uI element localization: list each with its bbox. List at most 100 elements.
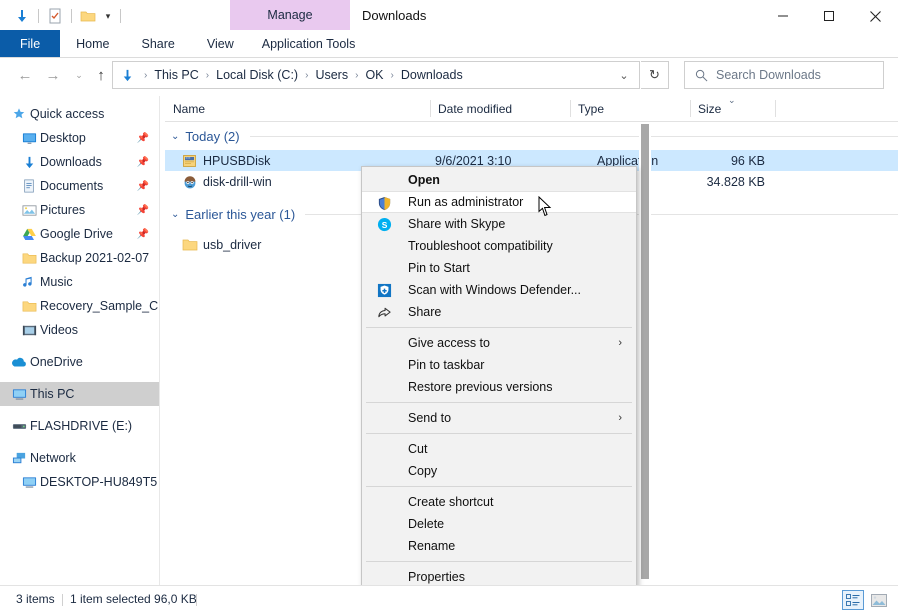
back-button[interactable]: ← xyxy=(14,65,36,85)
sidebar-item-flashdrive[interactable]: FLASHDRIVE (E:) xyxy=(0,414,159,438)
status-bar: 3 items 1 item selected 96,0 KB xyxy=(0,585,898,613)
chevron-down-icon[interactable]: ▾ xyxy=(100,4,116,28)
menu-separator xyxy=(366,561,632,562)
menu-item-cut[interactable]: Cut xyxy=(362,438,636,460)
tab-file[interactable]: File xyxy=(0,30,60,58)
address-bar[interactable]: › This PC › Local Disk (C:) › Users › OK… xyxy=(112,61,640,89)
search-placeholder: Search Downloads xyxy=(716,68,821,82)
tab-share[interactable]: Share xyxy=(126,30,191,58)
minimize-button[interactable] xyxy=(760,0,806,32)
sidebar-item-network[interactable]: Network xyxy=(0,446,159,470)
google-drive-icon xyxy=(18,227,40,242)
sidebar-item-onedrive[interactable]: OneDrive xyxy=(0,350,159,374)
defender-icon xyxy=(376,282,392,298)
desktop-icon xyxy=(18,131,40,146)
share-icon xyxy=(376,304,392,320)
tab-view-label: View xyxy=(207,37,234,51)
menu-item-create-shortcut[interactable]: Create shortcut xyxy=(362,491,636,513)
pin-icon[interactable]: 📌 xyxy=(137,229,149,240)
pin-icon[interactable]: 📌 xyxy=(137,133,149,144)
sidebar-item-videos[interactable]: Videos xyxy=(0,318,159,342)
sidebar-item-label: Music xyxy=(40,275,73,289)
menu-item-label: Copy xyxy=(408,464,437,478)
breadcrumb-local-disk[interactable]: Local Disk (C:) xyxy=(214,68,300,82)
pin-icon[interactable]: 📌 xyxy=(137,157,149,168)
breadcrumb-separator: › xyxy=(139,70,152,81)
tab-view[interactable]: View xyxy=(191,30,250,58)
menu-item-share-with-skype[interactable]: S Share with Skype xyxy=(362,213,636,235)
search-icon xyxy=(695,69,708,82)
scrollbar-thumb[interactable] xyxy=(641,124,649,579)
menu-item-give-access-to[interactable]: Give access to › xyxy=(362,332,636,354)
sidebar-item-quick-access[interactable]: Quick access xyxy=(0,102,159,126)
menu-item-restore-previous-versions[interactable]: Restore previous versions xyxy=(362,376,636,398)
sidebar-item-pictures[interactable]: Pictures 📌 xyxy=(0,198,159,222)
pin-icon[interactable]: 📌 xyxy=(137,205,149,216)
menu-item-pin-to-taskbar[interactable]: Pin to taskbar xyxy=(362,354,636,376)
manage-contextual-tab[interactable]: Manage xyxy=(230,0,350,30)
menu-item-open[interactable]: Open xyxy=(362,169,636,191)
tab-application-tools[interactable]: Application Tools xyxy=(250,30,368,58)
sidebar-item-recovery-sample-c[interactable]: Recovery_Sample_C xyxy=(0,294,159,318)
breadcrumb-ok[interactable]: OK xyxy=(363,68,385,82)
column-header-date-modified[interactable]: Date modified xyxy=(430,96,570,121)
shield-icon xyxy=(376,195,392,211)
refresh-button[interactable]: ↻ xyxy=(641,61,669,89)
up-button[interactable]: ↑ xyxy=(90,65,112,85)
computer-icon xyxy=(18,475,40,490)
downloads-arrow-icon[interactable] xyxy=(10,4,34,28)
sidebar-item-documents[interactable]: Documents 📌 xyxy=(0,174,159,198)
sidebar-item-music[interactable]: Music xyxy=(0,270,159,294)
navigation-pane: Quick access Desktop 📌 Downloads 📌 Docum… xyxy=(0,96,160,585)
maximize-button[interactable] xyxy=(806,0,852,32)
menu-item-troubleshoot-compatibility[interactable]: Troubleshoot compatibility xyxy=(362,235,636,257)
file-name: HPUSBDisk xyxy=(203,154,270,168)
details-view-button[interactable] xyxy=(842,590,864,610)
close-button[interactable] xyxy=(852,0,898,32)
sidebar-item-label: Backup 2021-02-07 xyxy=(40,251,149,265)
sidebar-item-label: Pictures xyxy=(40,203,85,217)
column-header-type[interactable]: Type xyxy=(570,96,690,121)
sidebar-item-desktop[interactable]: Desktop 📌 xyxy=(0,126,159,150)
menu-item-run-as-administrator[interactable]: Run as administrator xyxy=(362,191,636,213)
large-icons-view-button[interactable] xyxy=(868,590,890,610)
tab-home[interactable]: Home xyxy=(60,30,125,58)
context-menu: Open Run as administrator S Share with S… xyxy=(361,166,637,591)
pin-icon[interactable]: 📌 xyxy=(137,181,149,192)
sidebar-item-this-pc[interactable]: This PC xyxy=(0,382,159,406)
menu-item-rename[interactable]: Rename xyxy=(362,535,636,557)
title-bar: ▾ Manage Downloads xyxy=(0,0,898,32)
new-folder-icon[interactable] xyxy=(76,4,100,28)
breadcrumb-this-pc[interactable]: This PC xyxy=(152,68,200,82)
column-header-name[interactable]: Name xyxy=(165,96,430,121)
tab-home-label: Home xyxy=(76,37,109,51)
menu-item-label: Share xyxy=(408,305,441,319)
chevron-down-icon[interactable]: ⌄ xyxy=(171,131,179,142)
menu-item-copy[interactable]: Copy xyxy=(362,460,636,482)
menu-item-pin-to-start[interactable]: Pin to Start xyxy=(362,257,636,279)
menu-item-delete[interactable]: Delete xyxy=(362,513,636,535)
column-divider[interactable] xyxy=(775,100,776,117)
sidebar-item-downloads[interactable]: Downloads 📌 xyxy=(0,150,159,174)
menu-item-label: Send to xyxy=(408,411,451,425)
breadcrumb-users[interactable]: Users xyxy=(313,68,350,82)
chevron-down-icon[interactable]: ⌄ xyxy=(171,209,179,220)
menu-item-send-to[interactable]: Send to › xyxy=(362,407,636,429)
folder-icon xyxy=(18,299,40,314)
sidebar-item-label: Google Drive xyxy=(40,227,113,241)
properties-icon[interactable] xyxy=(43,4,67,28)
recent-locations-icon[interactable]: ⌄ xyxy=(68,65,90,85)
menu-item-share[interactable]: Share xyxy=(362,301,636,323)
address-dropdown-icon[interactable]: ⌄ xyxy=(613,62,635,88)
sidebar-item-backup-2021-02-07[interactable]: Backup 2021-02-07 xyxy=(0,246,159,270)
sidebar-item-desktop-hu849t5[interactable]: DESKTOP-HU849T5 xyxy=(0,470,159,494)
search-box[interactable]: Search Downloads xyxy=(684,61,884,89)
sidebar-item-google-drive[interactable]: Google Drive 📌 xyxy=(0,222,159,246)
menu-item-label: Run as administrator xyxy=(408,195,523,209)
forward-button[interactable]: → xyxy=(42,65,64,85)
group-header-today[interactable]: ⌄ Today (2) xyxy=(165,122,898,150)
file-size: 96 KB xyxy=(675,154,765,168)
menu-item-scan-with-windows-defender[interactable]: Scan with Windows Defender... xyxy=(362,279,636,301)
tab-file-label: File xyxy=(20,37,40,51)
breadcrumb-downloads[interactable]: Downloads xyxy=(399,68,465,82)
